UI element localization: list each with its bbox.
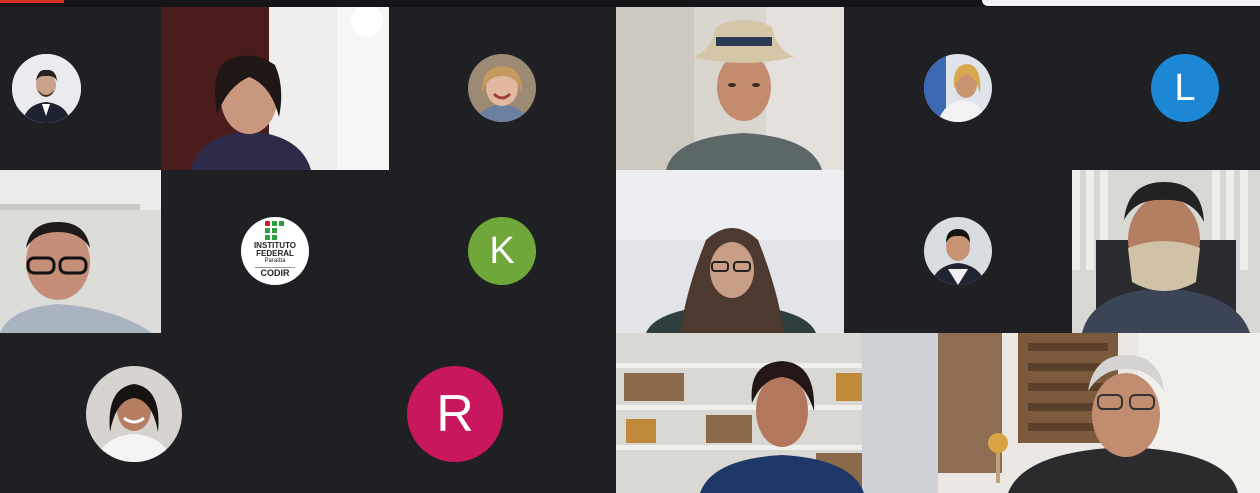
participant-initial: L (1174, 66, 1196, 109)
participant-video (938, 333, 1260, 493)
participant-avatar (12, 54, 81, 123)
participant-initial-avatar: R (407, 366, 503, 462)
participant-avatar (924, 217, 992, 285)
participant-initial-avatar: K (468, 217, 536, 285)
participant-tile-p8[interactable]: INSTITUTO FEDERAL Paraíba CODIR (161, 170, 389, 333)
participant-video (616, 333, 938, 493)
participant-video (616, 170, 844, 333)
logo-text-line3: Paraíba (264, 258, 286, 264)
top-bar (0, 0, 1260, 7)
recording-indicator (0, 0, 64, 3)
participant-tile-p3[interactable] (389, 7, 616, 170)
participant-video (0, 170, 161, 333)
participant-initial: R (436, 385, 474, 443)
logo-text-line2: FEDERAL (256, 249, 294, 258)
top-right-overlay (982, 0, 1260, 6)
logo-text-line4: CODIR (255, 267, 295, 278)
participant-tile-p7[interactable] (0, 170, 161, 333)
participant-tile-p16[interactable] (938, 333, 1260, 493)
participant-tile-p9[interactable]: K (389, 170, 616, 333)
participant-tile-p13[interactable] (0, 333, 270, 493)
participant-initial: K (489, 229, 515, 272)
participant-tile-p10[interactable] (616, 170, 844, 333)
participant-tile-p12[interactable] (1072, 170, 1260, 333)
participant-tile-p1[interactable] (0, 7, 161, 170)
participant-tile-p4[interactable] (616, 7, 844, 170)
participant-tile-p11[interactable] (844, 170, 1072, 333)
participant-initial-avatar: L (1151, 54, 1219, 122)
participant-avatar (86, 366, 182, 462)
participant-tile-p6[interactable]: L (1072, 7, 1260, 170)
participant-video (616, 7, 844, 170)
ifpb-logo-icon (265, 221, 284, 240)
participant-tile-p15[interactable] (616, 333, 938, 493)
participant-tile-p14[interactable]: R (270, 333, 616, 493)
participant-logo-avatar: INSTITUTO FEDERAL Paraíba CODIR (241, 217, 309, 285)
participant-tile-p2[interactable] (161, 7, 389, 170)
participant-avatar (924, 54, 992, 122)
participant-avatar (468, 54, 536, 122)
participant-video (1072, 170, 1260, 333)
participant-tile-p5[interactable] (844, 7, 1072, 170)
participant-video (161, 7, 389, 170)
